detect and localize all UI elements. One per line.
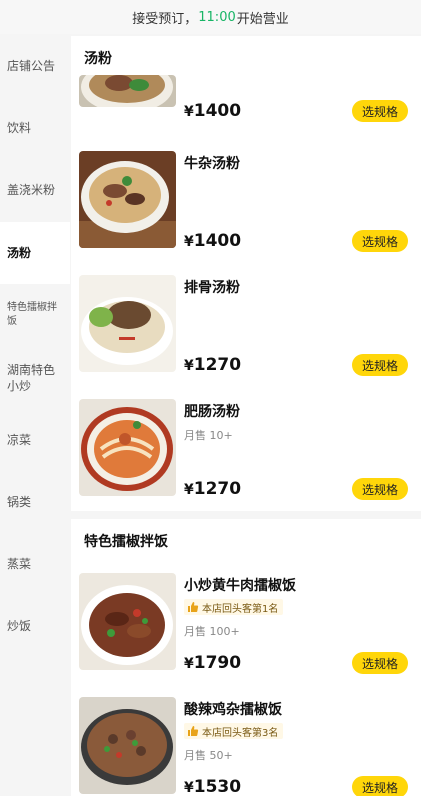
pork-intestine-noodles-icon — [79, 399, 176, 496]
menu-item[interactable]: 酸辣鸡杂擂椒饭 本店回头客第3名 月售 50+ ¥1530 选规格 — [71, 697, 421, 796]
item-price: ¥1790 — [184, 653, 242, 673]
select-spec-button[interactable]: 选规格 — [352, 478, 408, 500]
monthly-sales: 月售 10+ — [184, 429, 233, 442]
chicken-giblets-rice-icon — [79, 697, 176, 794]
menu-list: 汤粉 ¥1400 选规格 牛杂汤粉 ¥1400 选规格 排骨汤粉 ¥1270 选… — [71, 34, 421, 796]
select-spec-button[interactable]: 选规格 — [352, 100, 408, 122]
menu-item[interactable]: 肥肠汤粉 月售 10+ ¥1270 选规格 — [71, 399, 421, 509]
monthly-sales: 月售 50+ — [184, 749, 233, 762]
item-name: 小炒黄牛肉擂椒饭 — [184, 578, 296, 594]
sidebar-item-soup-noodles[interactable]: 汤粉 — [0, 222, 70, 284]
item-price: ¥1400 — [184, 231, 242, 251]
pork-rib-noodles-icon — [79, 275, 176, 372]
sidebar-item-drinks[interactable]: 饮料 — [0, 112, 70, 144]
menu-section-pepper-rice: 特色擂椒拌饭 小炒黄牛肉擂椒饭 本店回头客第1名 月售 100+ ¥1790 选… — [71, 519, 421, 796]
stir-fried-beef-rice-icon — [79, 573, 176, 670]
menu-item[interactable]: ¥1400 选规格 — [71, 34, 421, 131]
sidebar-item-hunan-stir-fry[interactable]: 湖南特色小炒 — [0, 360, 70, 396]
monthly-sales: 月售 100+ — [184, 625, 240, 638]
item-name: 排骨汤粉 — [184, 280, 240, 296]
repeat-customer-badge: 本店回头客第3名 — [184, 723, 284, 739]
beef-offal-noodles-icon — [79, 151, 176, 248]
sidebar-item-hot-pots[interactable]: 锅类 — [0, 486, 70, 518]
select-spec-button[interactable]: 选规格 — [352, 776, 408, 796]
item-price: ¥1270 — [184, 479, 242, 499]
banner-suffix: 开始营业 — [236, 11, 289, 27]
item-name: 肥肠汤粉 — [184, 404, 240, 420]
sidebar-item-fried-rice[interactable]: 炒饭 — [0, 610, 70, 642]
item-price: ¥1400 — [184, 101, 242, 121]
thumbs-up-icon — [188, 602, 199, 612]
thumbs-up-icon — [188, 726, 199, 736]
select-spec-button[interactable]: 选规格 — [352, 354, 408, 376]
section-title: 特色擂椒拌饭 — [84, 534, 168, 550]
select-spec-button[interactable]: 选规格 — [352, 230, 408, 252]
item-name: 酸辣鸡杂擂椒饭 — [184, 702, 282, 718]
repeat-customer-badge: 本店回头客第1名 — [184, 599, 284, 615]
sidebar-item-pepper-rice[interactable]: 特色擂椒拌饭 — [0, 298, 70, 332]
item-price: ¥1270 — [184, 355, 242, 375]
sidebar-item-rice-noodles[interactable]: 盖浇米粉 — [0, 174, 70, 206]
menu-item[interactable]: 排骨汤粉 ¥1270 选规格 — [71, 275, 421, 385]
menu-item[interactable]: 小炒黄牛肉擂椒饭 本店回头客第1名 月售 100+ ¥1790 选规格 — [71, 573, 421, 683]
category-sidebar: 店铺公告 饮料 盖浇米粉 汤粉 特色擂椒拌饭 湖南特色小炒 凉菜 锅类 蒸菜 炒… — [0, 34, 70, 796]
sidebar-item-announcement[interactable]: 店铺公告 — [0, 50, 70, 82]
opening-hours-banner: 接受预订， 11:00 开始营业 — [0, 0, 421, 34]
sidebar-item-steamed-dishes[interactable]: 蒸菜 — [0, 548, 70, 580]
menu-section-soup-noodles: 汤粉 ¥1400 选规格 牛杂汤粉 ¥1400 选规格 排骨汤粉 ¥1270 选… — [71, 36, 421, 511]
sidebar-item-cold-dishes[interactable]: 凉菜 — [0, 424, 70, 456]
noodle-soup-bowl-icon — [79, 75, 176, 107]
item-name: 牛杂汤粉 — [184, 156, 240, 172]
item-price: ¥1530 — [184, 777, 242, 796]
banner-prefix: 接受预订， — [132, 11, 198, 27]
menu-item[interactable]: 牛杂汤粉 ¥1400 选规格 — [71, 151, 421, 261]
opening-time: 11:00 — [198, 9, 236, 25]
select-spec-button[interactable]: 选规格 — [352, 652, 408, 674]
